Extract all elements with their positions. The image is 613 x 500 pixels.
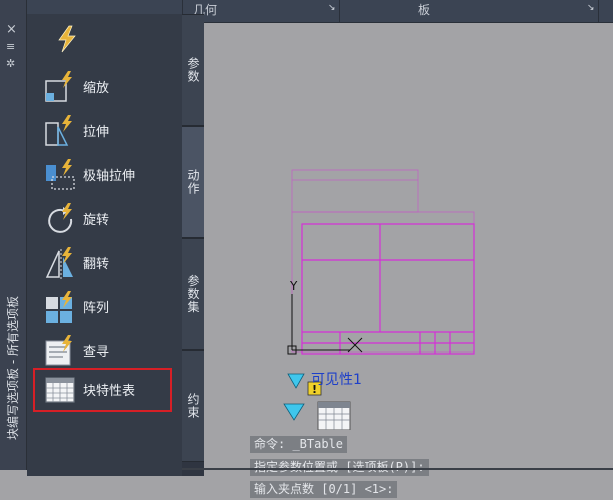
tab-parameters[interactable]: 参数 — [182, 14, 204, 126]
lightning-icon — [58, 25, 76, 53]
command-history-line: 命令: _BTable — [250, 436, 348, 453]
panel-expand-icon[interactable]: ↘ — [328, 3, 336, 13]
tool-rotate[interactable]: 旋转 — [43, 199, 159, 239]
stretch-action-icon — [45, 115, 72, 146]
tool-label: 拉伸 — [83, 125, 110, 140]
table-icon — [45, 377, 75, 403]
palette-tab-column: 参数 动作 参数集 约束 — [182, 14, 204, 476]
tab-constraints[interactable]: 约束 — [182, 350, 204, 462]
visibility-grip-icon — [287, 373, 305, 389]
tool-polar-stretch[interactable]: 极轴拉伸 — [43, 155, 159, 195]
tool-stretch[interactable]: 拉伸 — [43, 111, 159, 151]
palette-title-strip[interactable]: × ≡ ✲ 块编写选项板 - 所有选项板 — [0, 0, 27, 470]
tab-parameter-sets[interactable]: 参数集 — [182, 238, 204, 350]
rotate-action-icon — [48, 203, 73, 233]
block-drawing[interactable]: Y ! — [270, 160, 490, 430]
tool-array[interactable]: 阵列 — [43, 287, 159, 327]
ucs-y-label: Y — [289, 279, 298, 293]
tool-label: 缩放 — [83, 81, 110, 96]
tab-label: 参数集 — [186, 274, 200, 314]
command-prompt-line[interactable]: 输入夹点数 [0/1] <1>: — [250, 481, 398, 498]
ribbon-panel-board[interactable]: 板 — [418, 0, 430, 22]
polar-stretch-action-icon — [46, 159, 75, 190]
tool-label: 阵列 — [83, 301, 110, 316]
block-authoring-palette: 缩放 拉伸 极轴拉伸 旋转 翻转 阵列 查寻 块特性表 — [27, 14, 183, 476]
tool-flip[interactable]: 翻转 — [43, 243, 159, 283]
palette-title: 块编写选项板 - 所有选项板 — [6, 296, 20, 440]
viewport-divider — [182, 468, 613, 470]
tool-lookup[interactable]: 查寻 — [43, 331, 159, 371]
flip-action-icon — [45, 247, 73, 279]
ucs-icon — [287, 294, 363, 355]
tool-label: 块特性表 — [83, 384, 136, 399]
tool-label: 旋转 — [83, 213, 110, 228]
tab-actions[interactable]: 动作 — [182, 126, 204, 238]
tool-label: 查寻 — [83, 345, 110, 360]
array-action-icon — [46, 291, 72, 323]
ribbon-separator — [598, 0, 599, 22]
tab-label: 动作 — [186, 169, 200, 195]
tool-label: 极轴拉伸 — [83, 169, 136, 184]
tool-label: 翻转 — [83, 257, 110, 272]
ribbon-separator — [339, 0, 340, 22]
tab-label: 参数 — [186, 57, 200, 83]
visibility-state-label[interactable]: 可见性1 — [311, 369, 362, 389]
tool-block-properties-table[interactable]: 块特性表 — [33, 368, 172, 412]
panel-expand-icon[interactable]: ↘ — [587, 3, 595, 13]
block-table-glyph-icon — [317, 401, 351, 430]
scale-action-icon — [45, 71, 72, 102]
tab-label: 约束 — [186, 393, 200, 419]
tool-scale[interactable]: 缩放 — [43, 67, 159, 107]
lookup-action-icon — [45, 335, 72, 366]
lookup-grip-icon — [283, 403, 305, 421]
